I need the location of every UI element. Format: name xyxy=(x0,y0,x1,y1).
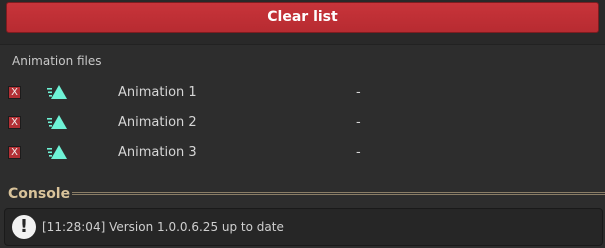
animation-file-status: - xyxy=(356,115,361,130)
info-icon: ! xyxy=(12,215,36,239)
animation-file-name: Animation 3 xyxy=(118,145,197,160)
animation-clip-icon xyxy=(47,145,67,159)
console-header: Console xyxy=(0,185,605,205)
animation-file-name: Animation 1 xyxy=(118,85,197,100)
toolbar: Clear list xyxy=(0,0,605,45)
clear-list-button[interactable]: Clear list xyxy=(6,2,599,33)
remove-button[interactable]: X xyxy=(8,146,21,159)
console-message-text: [11:28:04] Version 1.0.0.6.25 up to date xyxy=(42,220,284,234)
remove-button[interactable]: X xyxy=(8,116,21,129)
animation-file-status: - xyxy=(356,85,361,100)
animation-file-name: Animation 2 xyxy=(118,115,197,130)
console-title: Console xyxy=(8,186,71,202)
list-item: X Animation 3 - xyxy=(0,138,605,168)
animation-clip-icon xyxy=(47,115,67,129)
console-message: ! [11:28:04] Version 1.0.0.6.25 up to da… xyxy=(4,208,603,246)
list-item: X Animation 1 - xyxy=(0,78,605,108)
list-item: X Animation 2 - xyxy=(0,108,605,138)
animation-file-status: - xyxy=(356,145,361,160)
animation-files-heading: Animation files xyxy=(12,54,102,68)
animation-clip-icon xyxy=(47,85,67,99)
console-divider xyxy=(72,192,605,195)
remove-button[interactable]: X xyxy=(8,86,21,99)
